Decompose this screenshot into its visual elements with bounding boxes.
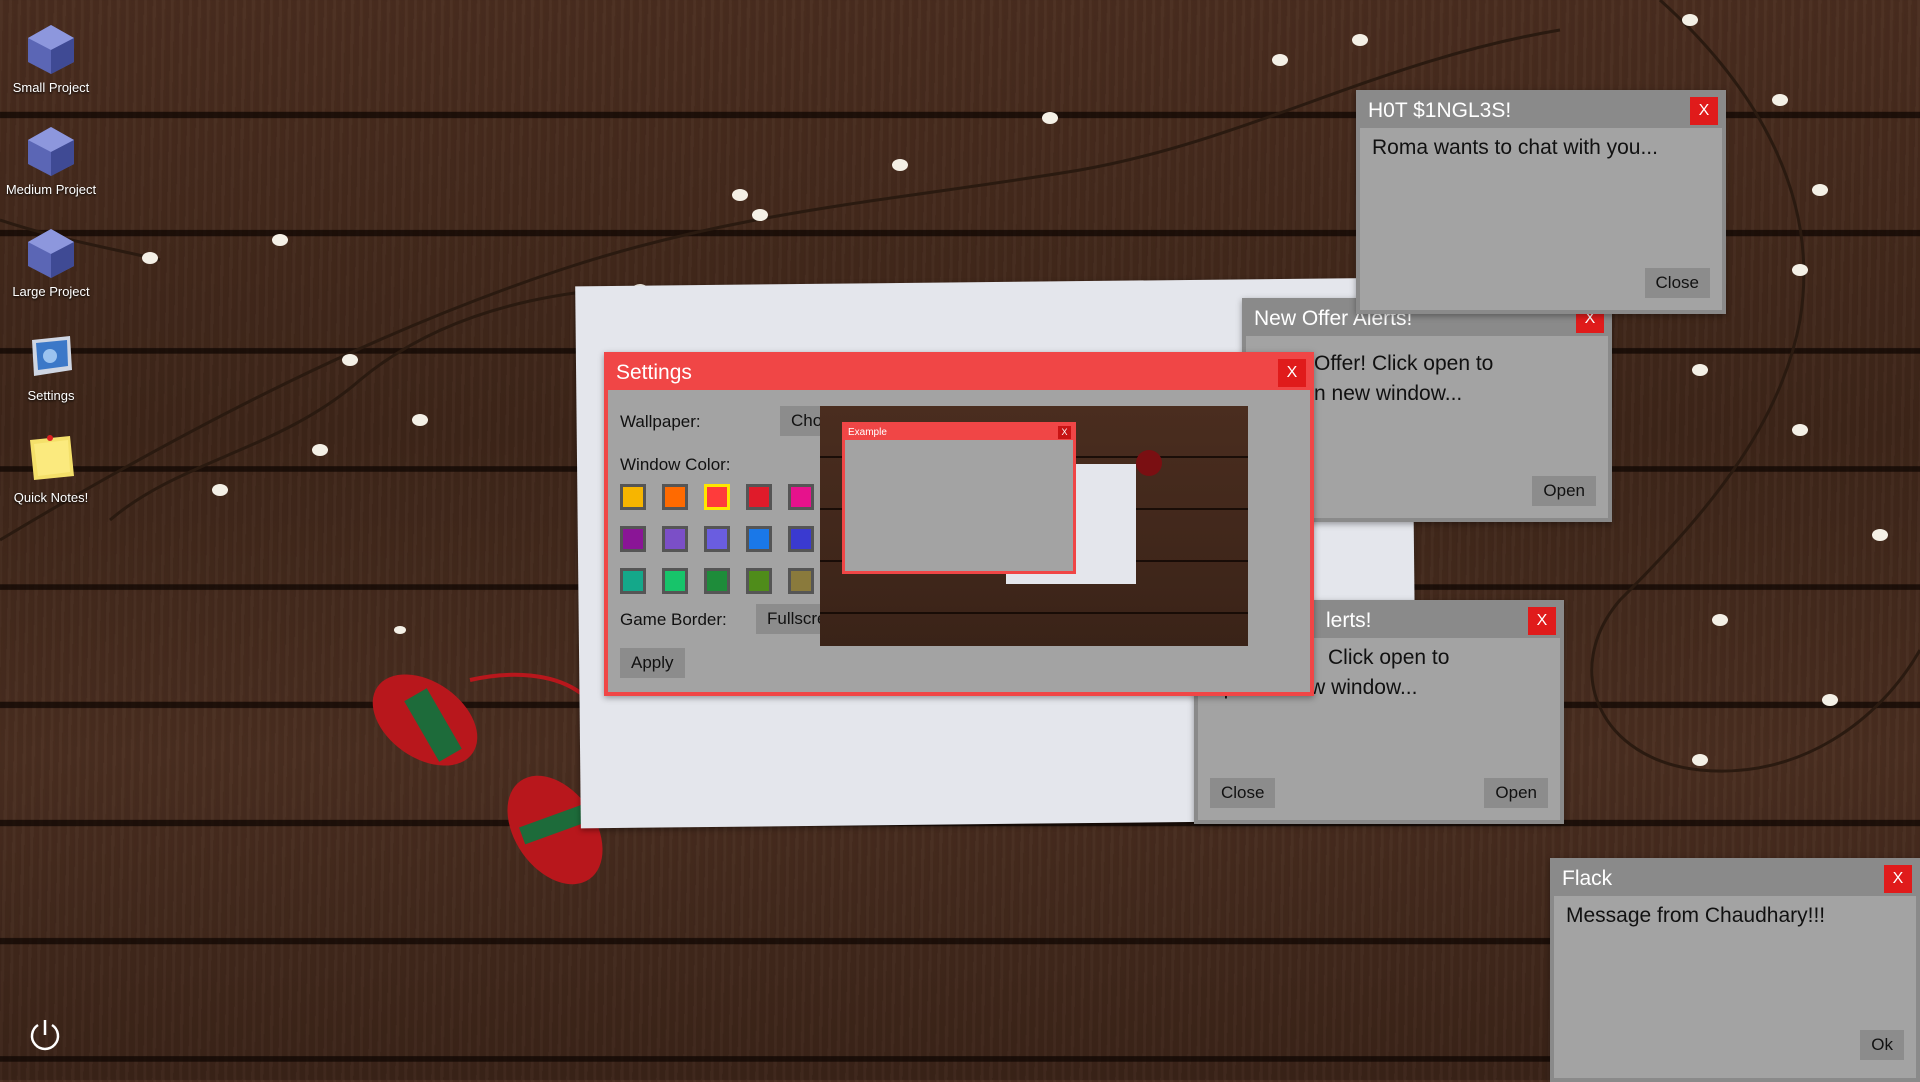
message-text: Roma wants to chat with you... (1372, 136, 1658, 159)
window-title: Flack (1562, 867, 1613, 890)
color-swatch[interactable] (788, 484, 814, 510)
preview-example-window: Example X (842, 422, 1076, 574)
icon-label: Large Project (12, 284, 90, 299)
title-bar[interactable]: Settings X (608, 356, 1310, 390)
color-swatch[interactable] (662, 526, 688, 552)
color-swatch[interactable] (704, 526, 730, 552)
close-x-button[interactable]: X (1528, 607, 1556, 635)
color-swatch[interactable] (704, 484, 730, 510)
ok-button[interactable]: Ok (1860, 1030, 1904, 1060)
game-border-label: Game Border: (620, 610, 727, 629)
cube-icon (28, 229, 74, 278)
message-line: Offer! Click open to (1314, 352, 1494, 375)
preview-close-x: X (1058, 426, 1071, 439)
message-text: Message from Chaudhary!!! (1566, 904, 1826, 927)
power-icon[interactable] (26, 1016, 64, 1054)
color-swatch[interactable] (704, 568, 730, 594)
hot-singles-popup-window[interactable]: H0T $1NGL3S! X Roma wants to chat with y… (1356, 90, 1726, 314)
cube-icon (28, 127, 74, 176)
close-x-button[interactable]: X (1690, 97, 1718, 125)
desktop-icon-medium-project[interactable]: Medium Project (0, 124, 102, 197)
icon-label: Settings (27, 388, 75, 403)
settings-tablet-icon (32, 336, 72, 376)
close-button[interactable]: Close (1644, 268, 1710, 298)
open-button[interactable]: Open (1532, 476, 1596, 506)
wallpaper-preview: Example X (820, 406, 1248, 646)
apply-button[interactable]: Apply (620, 648, 685, 678)
title-bar[interactable]: Flack X (1554, 862, 1916, 896)
window-title: Settings (616, 361, 692, 384)
desktop-icon-settings[interactable]: Settings (0, 330, 102, 403)
color-swatch[interactable] (788, 568, 814, 594)
title-bar[interactable]: H0T $1NGL3S! X (1360, 94, 1722, 128)
close-button[interactable]: Close (1210, 778, 1276, 808)
desktop-icon-small-project[interactable]: Small Project (0, 22, 102, 95)
window-title: H0T $1NGL3S! (1368, 99, 1512, 122)
close-x-button[interactable]: X (1884, 865, 1912, 893)
desktop-icon-large-project[interactable]: Large Project (0, 226, 102, 299)
color-swatch[interactable] (620, 484, 646, 510)
icon-label: Medium Project (5, 182, 97, 197)
message-line: Click open to (1328, 646, 1450, 669)
color-swatch[interactable] (746, 484, 772, 510)
color-swatch[interactable] (620, 526, 646, 552)
preview-ornament-icon (1136, 450, 1162, 476)
settings-window[interactable]: Settings X Wallpaper: Choose Window Colo… (604, 352, 1314, 696)
sticky-note-icon (30, 435, 74, 480)
icon-label: Small Project (12, 80, 90, 95)
color-swatch[interactable] (620, 568, 646, 594)
color-swatch[interactable] (662, 484, 688, 510)
desktop-icon-quick-notes[interactable]: Quick Notes! (0, 432, 102, 505)
color-swatch[interactable] (746, 568, 772, 594)
message-line: n new window... (1314, 382, 1463, 405)
window-color-label: Window Color: (620, 455, 731, 474)
icon-label: Quick Notes! (13, 490, 89, 505)
window-title: lerts! (1326, 609, 1372, 632)
open-button[interactable]: Open (1484, 778, 1548, 808)
color-swatch[interactable] (788, 526, 814, 552)
flack-popup-window[interactable]: Flack X Message from Chaudhary!!! Ok (1550, 858, 1920, 1082)
preview-window-title: Example (848, 427, 887, 438)
cube-icon (28, 25, 74, 74)
close-x-button[interactable]: X (1278, 359, 1306, 387)
color-swatch[interactable] (662, 568, 688, 594)
wallpaper-label: Wallpaper: (620, 412, 701, 431)
color-swatch[interactable] (746, 526, 772, 552)
